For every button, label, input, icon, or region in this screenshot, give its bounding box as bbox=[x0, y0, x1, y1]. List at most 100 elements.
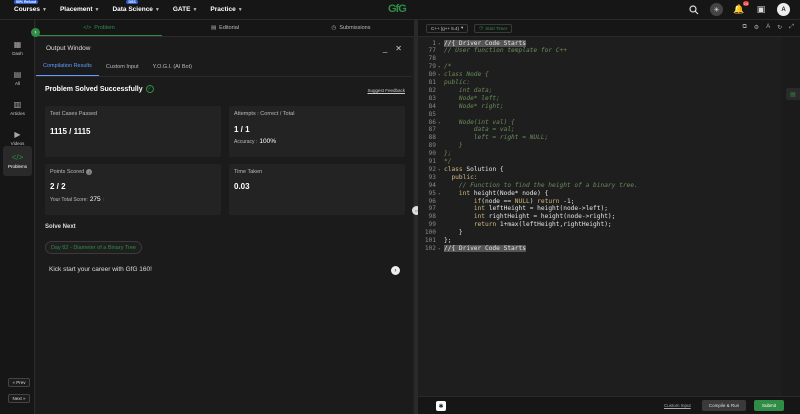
nav-courses[interactable]: 90% Refund Courses ▼ bbox=[14, 0, 47, 13]
tab-compilation-results[interactable]: Compilation Results bbox=[36, 63, 99, 76]
code-line[interactable]: 99 return 1+max(leftHeight,rightHeight); bbox=[418, 221, 782, 229]
theme-toggle-icon[interactable]: ☀ bbox=[710, 3, 723, 16]
close-icon[interactable]: ✕ bbox=[395, 44, 402, 53]
code-line[interactable]: 93 public: bbox=[418, 173, 782, 181]
nav-practice[interactable]: Practice ▼ bbox=[210, 6, 242, 13]
tab-problem[interactable]: </> Problem bbox=[36, 20, 162, 36]
copy-icon[interactable]: ⧉ bbox=[742, 24, 746, 31]
gfg-logo[interactable]: GfG bbox=[388, 3, 407, 15]
code-line[interactable]: 77 // User function template for C++ bbox=[418, 47, 782, 55]
code-text: int data; bbox=[444, 86, 493, 94]
chevron-down-icon: ▼ bbox=[154, 6, 160, 13]
submit-button[interactable]: Submit bbox=[754, 400, 784, 411]
code-line[interactable]: 79 ▾/* bbox=[418, 63, 782, 71]
code-line[interactable]: 91 */ bbox=[418, 158, 782, 166]
code-line[interactable]: 88 left = right = NULL; bbox=[418, 134, 782, 142]
info-icon[interactable]: i bbox=[86, 169, 93, 175]
output-window-title: Output Window bbox=[46, 44, 91, 52]
total-score-label: Your Total Score: bbox=[50, 196, 88, 203]
code-line[interactable]: 78 bbox=[418, 55, 782, 63]
tab-editorial[interactable]: ▤ Editorial bbox=[162, 20, 288, 36]
code-line[interactable]: 98 int rightHeight = height(node->right)… bbox=[418, 213, 782, 221]
code-line[interactable]: 80 ▾ class Node { bbox=[418, 71, 782, 79]
code-line[interactable]: 82 int data; bbox=[418, 86, 782, 94]
code-line[interactable]: 81 public: bbox=[418, 79, 782, 87]
line-number: 93 bbox=[428, 173, 436, 181]
line-number: 82 bbox=[428, 86, 436, 94]
start-timer-button[interactable]: ◷ Start Timer bbox=[474, 23, 513, 33]
sidebar-item-label: All bbox=[14, 81, 20, 86]
code-text: int rightHeight = height(node->right); bbox=[473, 213, 616, 221]
code-line[interactable]: 86 ▾ Node(int val) { bbox=[418, 118, 782, 126]
line-number: 80 bbox=[428, 71, 436, 79]
line-number: 84 bbox=[428, 102, 436, 110]
code-line[interactable]: 83 Node* left; bbox=[418, 94, 782, 102]
code-text: // User function template for C++ bbox=[444, 47, 567, 55]
tab-custom-input[interactable]: Custom Input bbox=[99, 64, 146, 76]
code-line[interactable]: 95 ▾ int height(Node* node) { bbox=[418, 189, 782, 197]
code-line[interactable]: 96 if(node == NULL) return -1; bbox=[418, 197, 782, 205]
bell-icon[interactable]: 🔔 24 bbox=[733, 0, 749, 16]
videos-icon: ▶ bbox=[14, 130, 21, 139]
tab-yogi-ai-bot[interactable]: Y.O.G.I. (AI Bot) bbox=[146, 64, 199, 76]
debug-icon[interactable]: ✱ bbox=[436, 401, 446, 411]
chevron-right-icon[interactable]: › bbox=[391, 266, 400, 275]
code-text: Node* right; bbox=[444, 102, 504, 110]
code-line[interactable]: 85 bbox=[418, 110, 782, 118]
nav-data-science[interactable]: DSS Data Science ▼ bbox=[112, 0, 160, 13]
nav-placement[interactable]: Placement ▼ bbox=[60, 6, 99, 13]
line-number: 99 bbox=[428, 221, 436, 229]
next-problem-chip[interactable]: Day 82 - Diameter of a Binary Tree bbox=[45, 241, 142, 254]
prev-button[interactable]: « Prev bbox=[8, 378, 30, 387]
code-line[interactable]: 97 int leftHeight = height(node->left); bbox=[418, 205, 782, 213]
code-line[interactable]: 92 ▾ class Solution { bbox=[418, 165, 782, 173]
sidebar-item-problems[interactable]: </> Problems bbox=[3, 146, 32, 176]
settings-icon[interactable]: ⚙ bbox=[754, 24, 759, 31]
code-text: class Solution { bbox=[444, 165, 504, 173]
collapse-sidebar-icon[interactable]: › bbox=[31, 28, 40, 37]
line-number: 92 bbox=[428, 165, 436, 173]
code-line[interactable]: 84 Node* right; bbox=[418, 102, 782, 110]
sidebar-item-all[interactable]: ▤ All bbox=[3, 64, 32, 92]
suggest-feedback-link[interactable]: Suggest Feedback bbox=[367, 88, 405, 93]
points-label: Points Scored bbox=[50, 169, 85, 175]
fullscreen-icon[interactable]: ⤢ bbox=[789, 24, 794, 31]
code-icon: </> bbox=[83, 24, 92, 31]
compile-run-button[interactable]: Compile & Run bbox=[702, 400, 746, 411]
test-cases-card: Test Cases Passed 1115 / 1115 bbox=[45, 106, 221, 157]
code-line[interactable]: 102 ▾//{ Driver Code Starts bbox=[418, 244, 782, 252]
messages-icon[interactable]: ▣ bbox=[755, 4, 767, 16]
code-line[interactable]: 89 } bbox=[418, 142, 782, 150]
code-editor[interactable]: 1 ▾//{ Driver Code Starts 77 // User functi… bbox=[418, 37, 782, 396]
code-line[interactable]: 87 data = val; bbox=[418, 126, 782, 134]
timer-label: Start Timer bbox=[485, 25, 508, 31]
code-text: }; bbox=[444, 237, 452, 244]
code-line[interactable]: 100 } bbox=[418, 229, 782, 237]
nav-gate[interactable]: GATE ▼ bbox=[173, 6, 198, 13]
nav-practice-label: Practice bbox=[210, 6, 236, 13]
reset-icon[interactable]: ↻ bbox=[777, 24, 782, 31]
line-number: 86 bbox=[428, 118, 436, 126]
minimize-icon[interactable]: _ bbox=[383, 44, 387, 53]
chat-icon[interactable]: ▤ bbox=[786, 88, 800, 100]
sidebar-item-articles[interactable]: ▥ Articles bbox=[3, 94, 32, 122]
custom-input-link[interactable]: Custom Input bbox=[664, 403, 691, 408]
tab-submissions[interactable]: ◷ Submissions bbox=[288, 20, 414, 36]
time-card: Time Taken 0.03 bbox=[229, 164, 405, 215]
language-select[interactable]: C++ (g++ 5.4) ▾ bbox=[426, 23, 469, 33]
editorial-icon: ▤ bbox=[210, 25, 217, 31]
code-line[interactable]: 90}; bbox=[418, 150, 782, 158]
notification-badge: 24 bbox=[742, 0, 749, 6]
accuracy-label: Accuracy : bbox=[234, 138, 258, 145]
font-size-icon[interactable]: A bbox=[766, 24, 770, 31]
accuracy-value: 100% bbox=[259, 138, 276, 145]
code-line[interactable]: 1 ▾//{ Driver Code Starts bbox=[418, 39, 782, 47]
sidebar-item-label: Dash bbox=[12, 51, 23, 56]
code-line[interactable]: 101}; bbox=[418, 237, 782, 245]
search-icon[interactable] bbox=[688, 4, 700, 16]
code-line[interactable]: 94 // Function to find the height of a b… bbox=[418, 181, 782, 189]
next-button[interactable]: Next » bbox=[8, 394, 30, 403]
time-value: 0.03 bbox=[234, 182, 250, 191]
avatar[interactable]: A bbox=[777, 3, 790, 16]
sidebar-item-dash[interactable]: ▦ Dash bbox=[3, 34, 32, 62]
